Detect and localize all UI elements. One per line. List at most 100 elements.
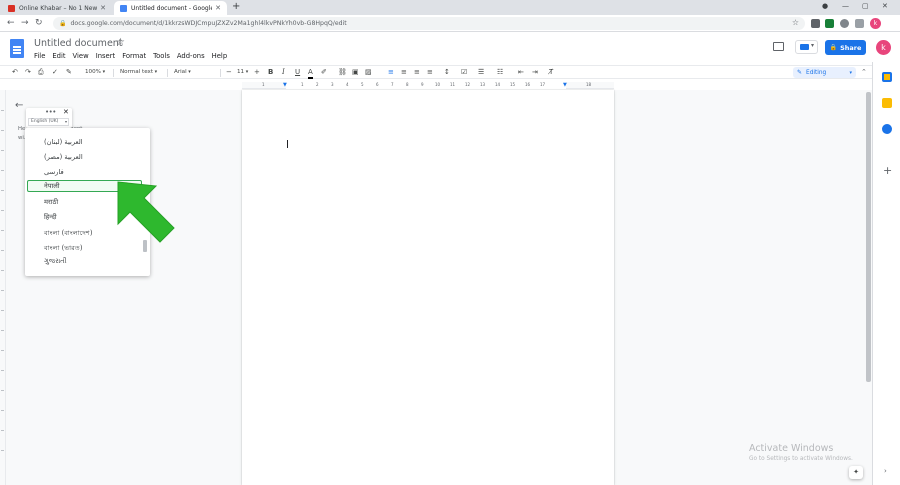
style-select[interactable]: Normal text xyxy=(120,68,157,77)
document-page[interactable] xyxy=(242,90,614,485)
language-option[interactable]: বাংলা (ভারত) xyxy=(44,242,82,254)
browser-profile-avatar[interactable]: k xyxy=(870,18,881,29)
comment-history-icon[interactable] xyxy=(773,42,784,51)
bold-icon[interactable]: B xyxy=(268,68,273,77)
language-option[interactable]: فارسی xyxy=(44,168,64,176)
browser-tab-strip: Online Khabar – No 1 News Portal ✕ Untit… xyxy=(0,0,900,15)
close-tab-icon[interactable]: ✕ xyxy=(215,4,221,12)
activate-windows-watermark: Activate Windows Go to Settings to activ… xyxy=(749,443,853,462)
highlight-color-icon[interactable]: ✐ xyxy=(321,68,327,77)
tasks-icon[interactable] xyxy=(882,124,892,134)
clear-formatting-icon[interactable]: T̸ xyxy=(549,68,553,77)
redo-icon[interactable]: ↷ xyxy=(25,68,31,77)
language-option[interactable]: العربية (لبنان) xyxy=(44,138,83,146)
document-scrollbar[interactable] xyxy=(866,92,871,382)
more-options-icon[interactable]: ••• xyxy=(45,108,56,116)
vertical-ruler[interactable] xyxy=(0,90,6,485)
font-select[interactable]: Arial xyxy=(174,68,191,77)
underline-icon[interactable]: U xyxy=(295,68,300,77)
extension-icon[interactable] xyxy=(811,19,820,28)
document-title[interactable]: Untitled document xyxy=(34,38,123,49)
line-spacing-icon[interactable]: ↕ xyxy=(444,68,450,77)
numbered-list-icon[interactable]: ☷ xyxy=(497,68,503,77)
decrease-indent-icon[interactable]: ⇤ xyxy=(518,68,524,77)
editing-mode-select[interactable]: ✎ Editing ▾ xyxy=(793,67,856,78)
close-window-icon[interactable]: ✕ xyxy=(882,2,888,10)
hide-menus-chevron-up-icon[interactable]: ⌃ xyxy=(861,68,867,76)
browser-tab-google-docs[interactable]: Untitled document - Google Docs ✕ xyxy=(114,1,227,15)
ruler-number: 11 xyxy=(450,82,456,87)
decrease-font-size-icon[interactable]: − xyxy=(226,68,232,77)
docs-profile-avatar[interactable]: k xyxy=(876,40,891,55)
spellcheck-icon[interactable]: ✓ xyxy=(52,68,58,77)
back-icon[interactable]: ← xyxy=(7,18,15,28)
language-option[interactable]: हिन्दी xyxy=(44,212,57,221)
insert-link-icon[interactable]: ⛓ xyxy=(338,68,347,77)
menu-view[interactable]: View xyxy=(73,52,89,60)
bulleted-list-icon[interactable]: ☰ xyxy=(478,68,484,77)
star-icon[interactable]: ☆ xyxy=(116,37,125,48)
get-add-ons-plus-icon[interactable]: + xyxy=(883,164,892,177)
menu-help[interactable]: Help xyxy=(212,52,228,60)
green-pointer-arrow-icon xyxy=(117,181,175,243)
bookmark-star-icon[interactable]: ☆ xyxy=(792,18,799,27)
menu-file[interactable]: File xyxy=(34,52,45,60)
print-icon[interactable]: ⎙ xyxy=(38,68,44,77)
close-icon[interactable]: ✕ xyxy=(63,108,69,116)
tab-search-icon[interactable]: ● xyxy=(822,2,828,10)
align-left-icon[interactable]: ≡ xyxy=(388,68,394,77)
keep-icon[interactable] xyxy=(882,98,892,108)
horizontal-ruler[interactable]: ▼ ▼ 1 1 2 3 4 5 6 7 8 9 10 11 12 13 14 1… xyxy=(242,82,614,89)
language-option[interactable]: বাংলা (বাংলাদেশ) xyxy=(44,227,92,239)
increase-font-size-icon[interactable]: + xyxy=(254,68,260,77)
close-outline-arrow-icon[interactable]: ← xyxy=(15,100,23,111)
menu-format[interactable]: Format xyxy=(122,52,146,60)
align-justify-icon[interactable]: ≡ xyxy=(427,68,433,77)
calendar-icon[interactable] xyxy=(882,72,892,82)
tab-title: Untitled document - Google Docs xyxy=(131,4,213,12)
right-indent-marker-icon[interactable]: ▼ xyxy=(563,82,567,88)
language-option[interactable]: ગુજરાતી xyxy=(44,257,67,266)
italic-icon[interactable]: I xyxy=(282,68,285,77)
docs-logo-icon[interactable] xyxy=(10,39,24,58)
menu-insert[interactable]: Insert xyxy=(96,52,116,60)
zoom-select[interactable]: 100% xyxy=(85,68,105,77)
expand-side-panel-chevron-icon[interactable]: › xyxy=(884,467,887,475)
browser-tab-online-khabar[interactable]: Online Khabar – No 1 News Portal ✕ xyxy=(2,1,112,15)
new-tab-button[interactable]: + xyxy=(232,1,240,13)
minimize-icon[interactable]: — xyxy=(842,2,849,10)
align-right-icon[interactable]: ≡ xyxy=(414,68,420,77)
ruler-number: 10 xyxy=(435,82,441,87)
language-option[interactable]: मराठी xyxy=(44,197,58,206)
url-input[interactable]: 🔒 docs.google.com/document/d/1kkrzsWDJCm… xyxy=(53,17,805,30)
ruler-tick xyxy=(1,270,4,271)
add-comment-icon[interactable]: ▣ xyxy=(352,68,359,77)
menu-edit[interactable]: Edit xyxy=(52,52,65,60)
ruler-tick xyxy=(1,110,4,111)
maximize-icon[interactable]: ▢ xyxy=(862,2,869,10)
checklist-icon[interactable]: ☑ xyxy=(461,68,467,77)
undo-icon[interactable]: ↶ xyxy=(12,68,18,77)
reload-icon[interactable]: ↻ xyxy=(35,18,43,28)
insert-image-icon[interactable]: ▨ xyxy=(365,68,372,77)
left-indent-marker-icon[interactable]: ▼ xyxy=(283,82,287,88)
language-option[interactable]: العربية (مصر) xyxy=(44,153,83,161)
menu-tools[interactable]: Tools xyxy=(153,52,170,60)
font-size-input[interactable]: 11 xyxy=(237,68,248,77)
close-tab-icon[interactable]: ✕ xyxy=(100,4,106,12)
grammarly-extension-icon[interactable] xyxy=(825,19,834,28)
camera-extension-icon[interactable] xyxy=(840,19,849,28)
text-color-icon[interactable]: A xyxy=(308,68,313,79)
puzzle-extensions-icon[interactable] xyxy=(855,19,864,28)
ruler-number: 4 xyxy=(346,82,349,87)
input-tools-panel[interactable]: ••• ✕ English (UK) xyxy=(26,108,72,128)
forward-icon[interactable]: → xyxy=(21,18,29,28)
paint-format-icon[interactable]: ✎ xyxy=(66,68,72,77)
align-center-icon[interactable]: ≡ xyxy=(401,68,407,77)
explore-icon[interactable]: ✦ xyxy=(849,466,863,479)
language-select[interactable]: English (UK) xyxy=(28,118,69,126)
present-meet-button[interactable] xyxy=(795,40,818,54)
increase-indent-icon[interactable]: ⇥ xyxy=(532,68,538,77)
share-button[interactable]: 🔒 Share xyxy=(825,40,866,55)
menu-add-ons[interactable]: Add-ons xyxy=(177,52,205,60)
